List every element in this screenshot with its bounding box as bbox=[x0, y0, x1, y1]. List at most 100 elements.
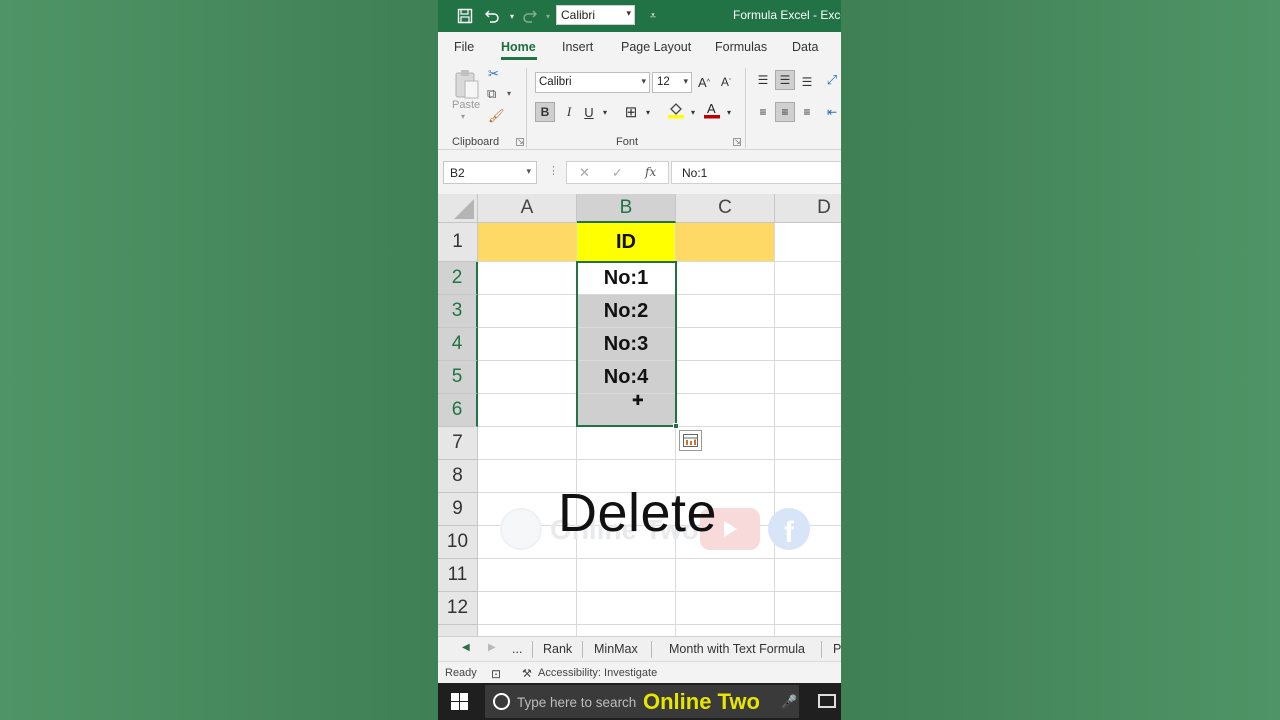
cell-c5[interactable] bbox=[676, 361, 775, 394]
next-sheet-icon[interactable]: ▶ bbox=[488, 642, 496, 653]
cut-icon[interactable]: ✂ bbox=[488, 66, 499, 82]
windows-start-icon[interactable] bbox=[451, 693, 468, 710]
enter-icon[interactable]: ✓ bbox=[612, 165, 623, 181]
name-box[interactable]: B2 ▾ bbox=[443, 161, 537, 184]
fill-color-icon[interactable] bbox=[668, 100, 684, 120]
cell-c4[interactable] bbox=[676, 328, 775, 361]
align-bottom-icon[interactable]: ☰ bbox=[798, 72, 816, 92]
row-header-3[interactable]: 3 bbox=[438, 295, 478, 328]
formula-bar-grip-icon[interactable]: ⋮ bbox=[548, 164, 559, 177]
cell-a13[interactable] bbox=[478, 625, 577, 636]
cell-a1[interactable] bbox=[478, 223, 577, 262]
column-header-d[interactable]: D bbox=[775, 194, 841, 223]
chevron-down-icon[interactable]: ▾ bbox=[688, 102, 698, 122]
row-header-7[interactable]: 7 bbox=[438, 427, 478, 460]
cell-b12[interactable] bbox=[577, 592, 676, 625]
worksheet-grid[interactable]: A B C D 1 2 3 4 5 6 7 8 9 10 11 12 ID No… bbox=[438, 194, 841, 636]
save-icon[interactable] bbox=[455, 6, 475, 26]
insert-function-icon[interactable]: fx bbox=[645, 165, 656, 179]
sheet-tab-month-with-text-formula[interactable]: Month with Text Formula bbox=[669, 642, 805, 656]
cell-d4[interactable] bbox=[775, 328, 841, 361]
previous-sheet-icon[interactable]: ◀ bbox=[462, 642, 470, 653]
cell-d8[interactable] bbox=[775, 460, 841, 493]
cell-a11[interactable] bbox=[478, 559, 577, 592]
quick-analysis-icon[interactable] bbox=[679, 430, 702, 451]
cell-c13[interactable] bbox=[676, 625, 775, 636]
tab-data[interactable]: Data bbox=[792, 40, 818, 54]
cell-d5[interactable] bbox=[775, 361, 841, 394]
macro-record-icon[interactable]: ⊡ bbox=[491, 667, 501, 681]
row-header-10[interactable]: 10 bbox=[438, 526, 478, 559]
underline-button[interactable]: U bbox=[582, 102, 596, 122]
cell-b6[interactable] bbox=[577, 394, 676, 427]
format-painter-icon[interactable]: 🖌 bbox=[488, 108, 505, 124]
cell-d7[interactable] bbox=[775, 427, 841, 460]
cell-c1[interactable] bbox=[676, 223, 775, 262]
select-all-button[interactable] bbox=[438, 194, 478, 223]
font-name-select[interactable]: Calibri ▾ bbox=[535, 72, 650, 93]
microphone-icon[interactable]: 🎤 bbox=[781, 694, 797, 710]
row-header-6[interactable]: 6 bbox=[438, 394, 478, 427]
tab-formulas[interactable]: Formulas bbox=[715, 40, 767, 54]
row-header-9[interactable]: 9 bbox=[438, 493, 478, 526]
borders-icon[interactable]: ⊞ bbox=[622, 102, 640, 122]
cell-a7[interactable] bbox=[478, 427, 577, 460]
chevron-down-icon[interactable]: ▾ bbox=[724, 102, 734, 122]
cell-d13[interactable] bbox=[775, 625, 841, 636]
row-header-13-partial[interactable] bbox=[438, 625, 478, 636]
cell-c11[interactable] bbox=[676, 559, 775, 592]
quick-font-select[interactable]: Calibri ▾ bbox=[556, 5, 635, 25]
tab-home[interactable]: Home bbox=[501, 40, 536, 54]
cell-a2[interactable] bbox=[478, 262, 577, 295]
undo-icon[interactable] bbox=[482, 6, 502, 26]
column-header-b[interactable]: B bbox=[577, 194, 676, 223]
cell-c6[interactable] bbox=[676, 394, 775, 427]
cell-a6[interactable] bbox=[478, 394, 577, 427]
clipboard-launcher-icon[interactable]: ↘ bbox=[516, 138, 524, 146]
bold-button[interactable]: B bbox=[535, 102, 555, 122]
sheet-tab-minmax[interactable]: MinMax bbox=[594, 642, 638, 656]
chevron-down-icon[interactable]: ▾ bbox=[507, 89, 511, 98]
row-header-12[interactable]: 12 bbox=[438, 592, 478, 625]
decrease-font-icon[interactable]: Aˇ bbox=[718, 72, 734, 92]
cell-c3[interactable] bbox=[676, 295, 775, 328]
cell-d12[interactable] bbox=[775, 592, 841, 625]
chevron-down-icon[interactable]: ▾ bbox=[600, 102, 610, 122]
row-header-2[interactable]: 2 bbox=[438, 262, 478, 295]
column-header-c[interactable]: C bbox=[676, 194, 775, 223]
row-header-5[interactable]: 5 bbox=[438, 361, 478, 394]
cell-b13[interactable] bbox=[577, 625, 676, 636]
cell-d3[interactable] bbox=[775, 295, 841, 328]
cell-b7[interactable] bbox=[577, 427, 676, 460]
formula-input[interactable]: No:1 bbox=[671, 161, 841, 184]
copy-icon[interactable]: ⧉ bbox=[487, 86, 496, 102]
row-header-11[interactable]: 11 bbox=[438, 559, 478, 592]
accessibility-status[interactable]: Accessibility: Investigate bbox=[538, 667, 657, 679]
align-top-icon[interactable]: ☰ bbox=[754, 70, 772, 90]
fill-handle[interactable] bbox=[673, 423, 679, 429]
orientation-icon[interactable]: ⤢ bbox=[823, 70, 841, 90]
more-sheets-button[interactable]: ... bbox=[512, 642, 522, 656]
cell-b1[interactable]: ID bbox=[577, 223, 676, 262]
cell-b4[interactable]: No:3 bbox=[577, 328, 676, 361]
font-size-select[interactable]: 12 ▾ bbox=[652, 72, 692, 93]
task-view-icon[interactable] bbox=[818, 694, 836, 708]
cell-a4[interactable] bbox=[478, 328, 577, 361]
taskbar-search-box[interactable]: Type here to search Online Two 🎤 bbox=[485, 685, 799, 718]
cell-b2[interactable]: No:1 bbox=[577, 262, 676, 295]
cell-b11[interactable] bbox=[577, 559, 676, 592]
italic-button[interactable]: I bbox=[562, 102, 576, 122]
cell-a3[interactable] bbox=[478, 295, 577, 328]
cell-a5[interactable] bbox=[478, 361, 577, 394]
customize-icon[interactable]: ⩡ bbox=[643, 6, 663, 26]
accessibility-icon[interactable]: ⚒ bbox=[522, 667, 532, 680]
undo-dropdown-icon[interactable]: ▾ bbox=[502, 6, 522, 26]
paste-icon[interactable] bbox=[454, 68, 480, 100]
font-launcher-icon[interactable]: ↘ bbox=[733, 138, 741, 146]
chevron-down-icon[interactable]: ▾ bbox=[643, 102, 653, 122]
cell-d1[interactable] bbox=[775, 223, 841, 262]
cell-d11[interactable] bbox=[775, 559, 841, 592]
sheet-tab-partial[interactable]: P bbox=[833, 642, 841, 656]
indent-icon[interactable]: ⇤ bbox=[823, 102, 841, 122]
row-header-8[interactable]: 8 bbox=[438, 460, 478, 493]
